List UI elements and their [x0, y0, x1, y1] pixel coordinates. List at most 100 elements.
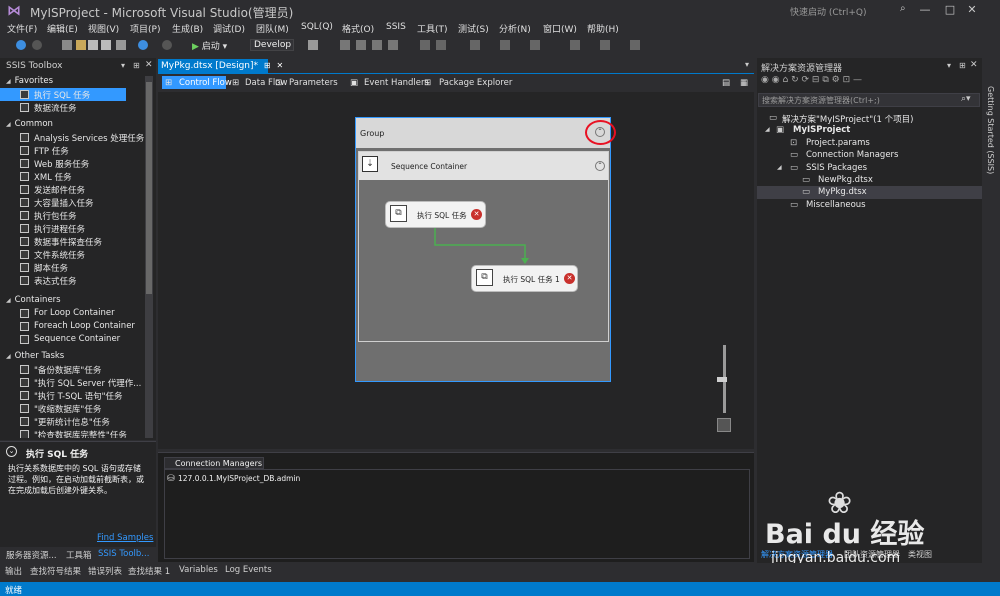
refresh-icon[interactable]: ⟳	[801, 75, 809, 85]
zoom-icon[interactable]: ▤	[722, 78, 730, 88]
zoom-fit-button[interactable]	[717, 418, 731, 432]
toolbox-item[interactable]: Analysis Services 处理任务	[0, 131, 150, 144]
menu-window[interactable]: 窗口(W)	[543, 22, 577, 35]
collapse-icon[interactable]: ⊟	[812, 75, 820, 85]
menu-debug[interactable]: 调试(D)	[213, 22, 245, 35]
tab-server-explorer[interactable]: 服务器资源...	[6, 549, 57, 561]
toolbox-scroll-thumb[interactable]	[146, 82, 152, 294]
menu-sql[interactable]: SQL(Q)	[301, 22, 333, 32]
save-icon[interactable]	[88, 40, 98, 50]
home-icon[interactable]: ⌂	[782, 75, 788, 85]
menu-help[interactable]: 帮助(H)	[587, 22, 619, 35]
sync-icon[interactable]: ↻	[791, 75, 799, 85]
preview-icon[interactable]: ⊡	[843, 75, 851, 85]
menu-build[interactable]: 生成(B)	[172, 22, 203, 35]
toolbox-item[interactable]: Sequence Container	[0, 333, 150, 346]
toolbox-item[interactable]: "更新统计信息"任务	[0, 415, 150, 428]
start-debug-button[interactable]: ▶ 启动 ▾	[192, 39, 227, 52]
back-icon[interactable]	[16, 40, 26, 50]
redo-icon[interactable]	[162, 40, 172, 50]
config-dropdown[interactable]: Develop	[250, 39, 294, 51]
group-header[interactable]	[356, 118, 610, 148]
toolbox-item[interactable]: 执行包任务	[0, 209, 150, 222]
order-icon-2[interactable]	[600, 40, 610, 50]
forward-icon[interactable]	[32, 40, 42, 50]
align-icon-2[interactable]	[372, 40, 382, 50]
toolbox-item[interactable]: 数据事件探查任务	[0, 235, 150, 248]
toolbox-item[interactable]: "执行 SQL Server 代理作...	[0, 376, 150, 389]
menu-tools[interactable]: 工具(T)	[417, 22, 448, 35]
tab-overflow-icon[interactable]: ▾	[745, 60, 749, 69]
close-panel-icon[interactable]: ✕	[145, 60, 153, 70]
close-tab-icon[interactable]: ✕	[276, 61, 283, 70]
container-collapse-button[interactable]: ⌃	[595, 161, 605, 171]
menu-team[interactable]: 团队(M)	[256, 22, 289, 35]
toolbox-item[interactable]: "检查数据库完整性"任务	[0, 428, 150, 438]
getting-started-tab[interactable]: Getting Started (SSIS)	[983, 86, 1000, 216]
toolbox-category-other[interactable]: Other Tasks	[6, 351, 65, 361]
toolbox-item[interactable]: "备份数据库"任务	[0, 363, 150, 376]
menu-ssis[interactable]: SSIS	[386, 22, 406, 32]
expand-icon[interactable]: ◢	[777, 164, 782, 171]
tab-event-handlers[interactable]: Event Handlers	[364, 78, 429, 88]
tab-package-explorer[interactable]: Package Explorer	[439, 78, 512, 88]
tree-item[interactable]: Miscellaneous	[806, 200, 866, 210]
toolbox-item[interactable]: 表达式任务	[0, 274, 150, 287]
toolbox-item[interactable]: Web 服务任务	[0, 157, 150, 170]
toolbox-item[interactable]: 执行进程任务	[0, 222, 150, 235]
menu-view[interactable]: 视图(V)	[88, 22, 119, 35]
tree-item[interactable]: Connection Managers	[806, 150, 898, 160]
zoom-slider-thumb[interactable]	[717, 377, 727, 382]
toolbox-item[interactable]: FTP 任务	[0, 144, 150, 157]
quick-launch-input[interactable]: 快速启动 (Ctrl+Q)	[790, 5, 867, 18]
cut-icon[interactable]	[116, 40, 126, 50]
pin-icon[interactable]: ⊞	[264, 61, 271, 70]
toolbox-item[interactable]: XML 任务	[0, 170, 150, 183]
tab-output[interactable]: 输出	[5, 565, 22, 577]
menu-format[interactable]: 格式(O)	[342, 22, 374, 35]
toolbox-item[interactable]: "收缩数据库"任务	[0, 402, 150, 415]
toolbox-item[interactable]: Foreach Loop Container	[0, 320, 150, 333]
order-icon-3[interactable]	[630, 40, 640, 50]
tree-item[interactable]: SSIS Packages	[806, 163, 867, 173]
align-icon-3[interactable]	[388, 40, 398, 50]
menu-analyze[interactable]: 分析(N)	[499, 22, 531, 35]
tree-item[interactable]: Project.params	[806, 138, 870, 148]
maximize-button[interactable]: □	[940, 3, 960, 17]
tree-item-selected[interactable]: MyPkg.dtsx	[818, 187, 867, 197]
size-icon-2[interactable]	[436, 40, 446, 50]
search-icon[interactable]: ⌕▾	[961, 94, 971, 104]
expand-icon[interactable]: ◢	[765, 126, 770, 133]
spacing-icon-3[interactable]	[530, 40, 540, 50]
menu-project[interactable]: 项目(P)	[130, 22, 160, 35]
toolbox-item[interactable]: "执行 T-SQL 语句"任务	[0, 389, 150, 402]
attach-icon[interactable]	[308, 40, 318, 50]
toolbox-category-common[interactable]: Common	[6, 119, 53, 129]
tab-ssis-toolbox[interactable]: SSIS Toolb...	[98, 549, 149, 559]
copy-icon[interactable]: ⧉	[822, 75, 828, 85]
pin-icon[interactable]: ⊞	[133, 61, 140, 70]
menu-test[interactable]: 测试(S)	[458, 22, 489, 35]
spacing-icon[interactable]	[470, 40, 480, 50]
project-node[interactable]: MyISProject	[793, 125, 850, 135]
close-panel-icon[interactable]: ✕	[970, 60, 978, 70]
toolbox-item[interactable]: For Loop Container	[0, 307, 150, 320]
pin-icon[interactable]: ⊞	[959, 61, 966, 70]
tab-error-list[interactable]: 错误列表	[88, 565, 122, 577]
tab-toolbox[interactable]: 工具箱	[66, 549, 92, 561]
menu-file[interactable]: 文件(F)	[7, 22, 37, 35]
dropdown-icon[interactable]: ▾	[947, 61, 951, 70]
tab-connection-managers[interactable]: Connection Managers	[164, 457, 264, 469]
tab-parameters[interactable]: Parameters	[289, 78, 338, 88]
minimize-button[interactable]: —	[915, 3, 935, 17]
align-icon[interactable]	[356, 40, 366, 50]
toolbox-item-data-flow[interactable]: 数据流任务	[0, 101, 150, 114]
back-icon[interactable]: ◉	[761, 75, 769, 85]
tab-variables[interactable]: Variables	[179, 565, 218, 575]
tree-item[interactable]: NewPkg.dtsx	[818, 175, 873, 185]
solution-root[interactable]: 解决方案"MyISProject"(1 个项目)	[782, 113, 913, 125]
toolbox-category-containers[interactable]: Containers	[6, 295, 61, 305]
minus-icon[interactable]: —	[853, 75, 862, 85]
undo-icon[interactable]	[138, 40, 148, 50]
close-button[interactable]: ✕	[962, 3, 982, 17]
